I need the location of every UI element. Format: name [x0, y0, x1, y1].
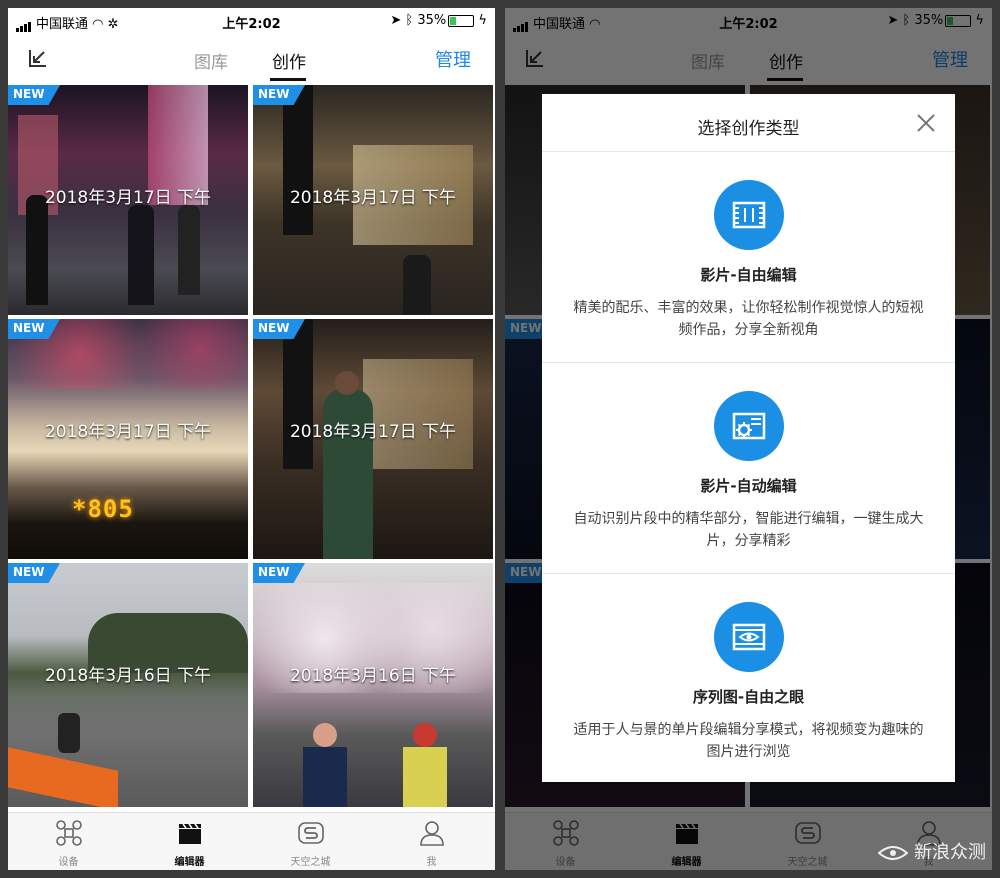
- new-badge-label: NEW: [258, 565, 290, 579]
- media-tile[interactable]: NEW 2018年3月17日 下午: [253, 85, 493, 315]
- new-badge: NEW: [8, 85, 60, 105]
- tab-create[interactable]: 创作: [272, 48, 306, 73]
- tabbar-label: 天空之城: [290, 857, 331, 868]
- option-film-auto-edit[interactable]: 影片-自动编辑 自动识别片段中的精华部分，智能进行编辑，一键生成大片，分享精彩: [542, 363, 955, 573]
- charging-icon: ϟ: [478, 13, 487, 28]
- tile-date: 2018年3月16日 下午: [289, 666, 457, 686]
- option-name: 序列图-自由之眼: [692, 688, 805, 706]
- media-tile[interactable]: NEW 2018年3月16日 下午: [253, 563, 493, 807]
- dialog-title: 选择创作类型: [697, 119, 800, 139]
- tile-date: 2018年3月17日 下午: [289, 422, 457, 442]
- sina-eye-logo-icon: [878, 846, 908, 860]
- tab-gallery[interactable]: 图库: [194, 48, 228, 73]
- status-bar: 中国联通 ◠ ✲ 上午2:02 ➤ ᛒ 35% ϟ: [8, 8, 495, 34]
- media-tile[interactable]: NEW 2018年3月17日 下午: [8, 85, 248, 315]
- watermark: 新浪众测: [878, 838, 986, 864]
- location-icon: ➤: [390, 13, 402, 28]
- option-film-free-edit[interactable]: 影片-自由编辑 精美的配乐、丰富的效果，让你轻松制作视觉惊人的短视频作品，分享全…: [542, 152, 955, 362]
- new-badge-label: NEW: [258, 87, 290, 101]
- option-desc: 精美的配乐、丰富的效果，让你轻松制作视觉惊人的短视频作品，分享全新视角: [573, 300, 924, 338]
- new-badge: NEW: [8, 563, 60, 583]
- option-sequence-free-eye[interactable]: 序列图-自由之眼 适用于人与景的单片段编辑分享模式，将视频变为趣味的图片进行浏览: [542, 574, 955, 784]
- phone-screen-gallery: 中国联通 ◠ ✲ 上午2:02 ➤ ᛒ 35% ϟ 图库 创作 管理 NEW 2…: [8, 8, 495, 870]
- new-badge: NEW: [253, 563, 305, 583]
- film-frame-icon: [714, 180, 784, 250]
- tabbar-label: 设备: [58, 857, 79, 868]
- media-tile[interactable]: *805 NEW 2018年3月17日 下午: [8, 319, 248, 559]
- battery-icon: [448, 14, 475, 27]
- option-desc: 自动识别片段中的精华部分，智能进行编辑，一键生成大片，分享精彩: [573, 511, 924, 549]
- clapperboard-icon: [179, 823, 201, 844]
- bottom-tab-bar: 设备 编辑器 天空之城 我: [8, 812, 495, 870]
- eye-frame-icon: [714, 602, 784, 672]
- taxi-led-display: *805: [72, 495, 134, 523]
- new-badge-label: NEW: [13, 87, 45, 101]
- tabbar-label: 我: [426, 857, 437, 868]
- option-name: 影片-自由编辑: [700, 266, 797, 284]
- user-icon: [420, 821, 444, 846]
- create-type-dialog: 选择创作类型 影片-自由编辑 精美的配乐、丰富的效果，让你轻松制作视觉惊人的短视…: [542, 94, 955, 782]
- phone-screen-create-dialog: 中国联通 ◠ 上午2:02 ➤ ᛒ 35% ϟ 图库 创作 管理 NEW NEW: [505, 8, 992, 870]
- close-icon[interactable]: [915, 112, 937, 134]
- status-right: ➤ ᛒ 35% ϟ: [390, 13, 487, 28]
- tile-date: 2018年3月17日 下午: [44, 188, 212, 208]
- tabbar-devices[interactable]: 设备: [8, 813, 129, 870]
- media-grid: NEW 2018年3月17日 下午 NEW 2018年3月17日 下午 *805…: [8, 85, 495, 813]
- manage-button[interactable]: 管理: [435, 46, 471, 72]
- watermark-text: 新浪众测: [914, 842, 986, 863]
- new-badge-label: NEW: [13, 565, 45, 579]
- tile-date: 2018年3月16日 下午: [44, 666, 212, 686]
- option-name: 影片-自动编辑: [700, 477, 797, 495]
- option-desc: 适用于人与景的单片段编辑分享模式，将视频变为趣味的图片进行浏览: [573, 722, 924, 760]
- tabbar-label: 编辑器: [174, 857, 205, 868]
- battery-percent: 35%: [417, 13, 447, 28]
- tab-active-indicator: [270, 78, 306, 81]
- tile-date: 2018年3月17日 下午: [44, 422, 212, 442]
- tile-date: 2018年3月17日 下午: [289, 188, 457, 208]
- drone-icon: [56, 820, 82, 846]
- media-tile[interactable]: NEW 2018年3月17日 下午: [253, 319, 493, 559]
- tabbar-skypixel[interactable]: 天空之城: [250, 813, 371, 870]
- top-nav: 图库 创作 管理: [8, 34, 495, 84]
- tabbar-editor[interactable]: 编辑器: [129, 813, 250, 870]
- bluetooth-icon: ᛒ: [405, 13, 414, 28]
- tabbar-me[interactable]: 我: [371, 813, 492, 870]
- media-tile[interactable]: NEW 2018年3月16日 下午: [8, 563, 248, 807]
- gear-film-icon: [714, 391, 784, 461]
- skypixel-logo-icon: [298, 822, 324, 844]
- new-badge-label: NEW: [258, 321, 290, 335]
- back-icon[interactable]: [26, 46, 50, 70]
- new-badge-label: NEW: [13, 321, 45, 335]
